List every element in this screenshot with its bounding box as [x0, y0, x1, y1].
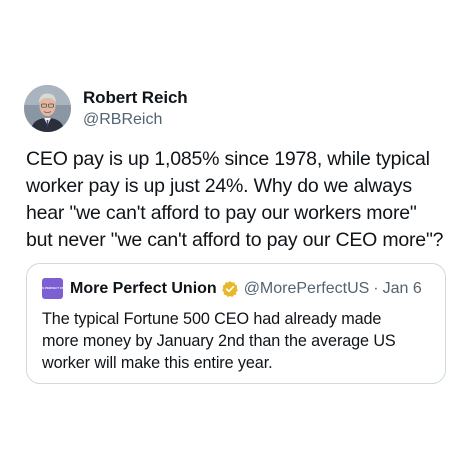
quoted-handle[interactable]: @MorePerfectUS	[244, 279, 370, 299]
person-avatar-icon	[24, 84, 71, 132]
tweet-text: CEO pay is up 1,085% since 1978, while t…	[26, 148, 444, 251]
quoted-date[interactable]: Jan 6	[383, 279, 422, 299]
gold-verified-badge-icon	[221, 280, 239, 298]
author-names: Robert Reich @RBReich	[83, 87, 188, 130]
author-display-name[interactable]: Robert Reich	[83, 87, 188, 109]
profile-avatar[interactable]	[24, 84, 71, 132]
tweet-card: Robert Reich @RBReich CEO pay is up 1,08…	[0, 0, 474, 474]
header-separator: ·	[373, 279, 379, 297]
tweet-header: Robert Reich @RBReich	[24, 84, 188, 132]
more-perfect-union-logo-icon[interactable]: MORE PERFECT UNION	[35, 278, 70, 299]
quoted-tweet-text: The typical Fortune 500 CEO had already …	[42, 310, 396, 372]
author-handle[interactable]: @RBReich	[83, 109, 188, 130]
quoted-display-name[interactable]: More Perfect Union	[70, 279, 217, 299]
quoted-tweet[interactable]: MORE PERFECT UNION More Perfect Union @M…	[26, 263, 446, 384]
quoted-tweet-header: MORE PERFECT UNION More Perfect Union @M…	[35, 278, 422, 299]
logo-text: MORE PERFECT UNION	[35, 285, 70, 290]
